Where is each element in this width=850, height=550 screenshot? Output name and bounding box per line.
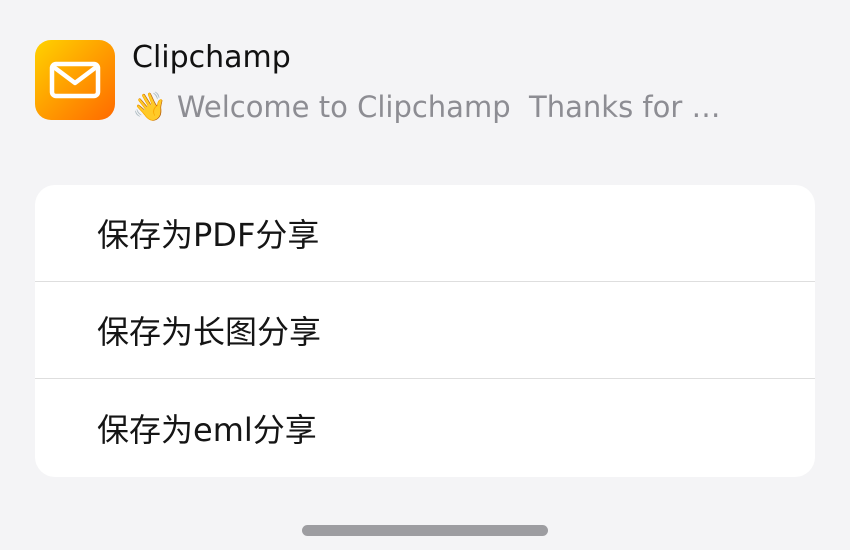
share-sheet: Clipchamp 👋 Welcome to Clipchamp Thanks …: [0, 0, 850, 550]
mail-preview: 👋 Welcome to Clipchamp Thanks for …: [132, 88, 752, 126]
waving-hand-icon: 👋: [132, 90, 167, 123]
share-options-menu: 保存为PDF分享 保存为长图分享 保存为eml分享: [35, 185, 815, 477]
save-as-long-image-share-option[interactable]: 保存为长图分享: [35, 282, 815, 379]
home-indicator[interactable]: [302, 525, 548, 536]
mail-preview-text: Welcome to Clipchamp Thanks for …: [176, 90, 721, 124]
mail-envelope-icon: [35, 40, 115, 120]
mail-preview-header: Clipchamp 👋 Welcome to Clipchamp Thanks …: [35, 40, 820, 130]
save-as-pdf-share-option[interactable]: 保存为PDF分享: [35, 185, 815, 282]
save-as-eml-share-option[interactable]: 保存为eml分享: [35, 379, 815, 477]
mail-sender-title: Clipchamp: [132, 40, 291, 75]
